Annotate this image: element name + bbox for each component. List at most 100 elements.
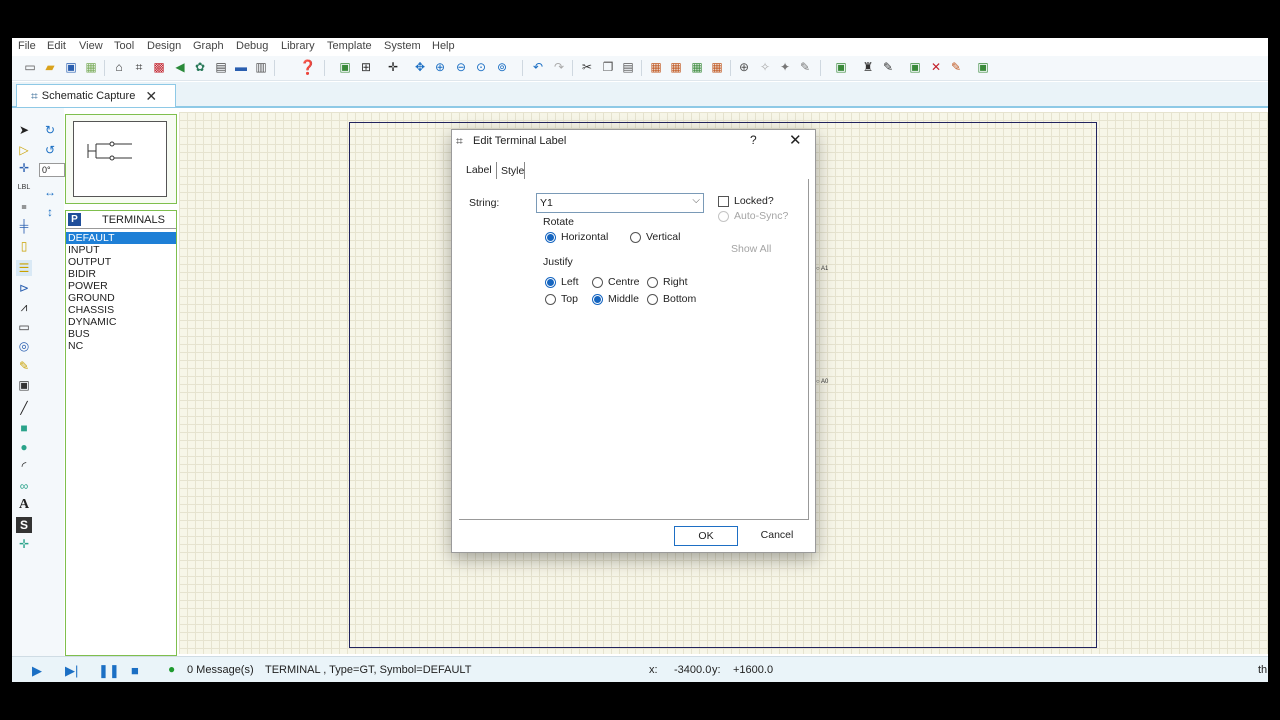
play-icon[interactable]: ▶ [32, 663, 42, 679]
open-folder-icon[interactable]: ▰ [42, 59, 58, 75]
virtual-instruments-icon[interactable]: ▣ [16, 377, 32, 393]
menu-design[interactable]: Design [147, 40, 181, 52]
tape-recorder-icon[interactable]: ▭ [16, 319, 32, 335]
graph-mode-icon[interactable]: ⩘ [16, 299, 32, 315]
checkbox-unchecked-icon[interactable] [718, 195, 729, 207]
block-copy-icon[interactable]: ▦ [648, 59, 664, 75]
voltage-probe-icon[interactable]: ✎ [16, 358, 32, 374]
justify-top-radio[interactable]: Top [545, 293, 578, 305]
rotation-angle-field[interactable]: 0° [39, 163, 65, 177]
list-item[interactable]: BIDIR [66, 268, 176, 280]
text-script-icon[interactable]: ≣ [16, 200, 32, 216]
block-move-icon[interactable]: ▦ [668, 59, 684, 75]
wire-label-icon[interactable]: LBL [16, 180, 32, 196]
redo-icon[interactable]: ↷ [551, 59, 567, 75]
new-file-icon[interactable]: ▭ [22, 59, 38, 75]
gerber-icon[interactable]: ✿ [192, 59, 208, 75]
buses-icon[interactable]: ╪ [16, 218, 32, 234]
origin-icon[interactable]: ✛ [385, 59, 401, 75]
cut-icon[interactable]: ✂ [579, 59, 595, 75]
list-item[interactable]: BUS [66, 328, 176, 340]
schematic-icon[interactable]: ⌗ [131, 59, 147, 75]
menu-library[interactable]: Library [281, 40, 315, 52]
bom-icon[interactable]: ▬ [233, 59, 249, 75]
zoom-area-icon[interactable]: ⊚ [494, 59, 510, 75]
zoom-in-icon[interactable]: ⊕ [432, 59, 448, 75]
list-item[interactable]: NC [66, 340, 176, 352]
netlist-icon[interactable]: ▣ [975, 59, 991, 75]
menu-graph[interactable]: Graph [193, 40, 224, 52]
menu-help[interactable]: Help [432, 40, 455, 52]
close-button[interactable]: ✕ [789, 131, 802, 149]
list-item[interactable]: DEFAULT [66, 232, 176, 244]
menu-file[interactable]: File [18, 40, 36, 52]
tab-style[interactable]: Style [501, 165, 524, 177]
chevron-down-icon[interactable]: ⌵ [692, 195, 700, 206]
list-item[interactable]: DYNAMIC [66, 316, 176, 328]
list-item[interactable]: OUTPUT [66, 256, 176, 268]
justify-left-radio[interactable]: Left [545, 276, 579, 288]
help-button[interactable]: ? [750, 133, 757, 147]
list-item[interactable]: INPUT [66, 244, 176, 256]
paste-icon[interactable]: ▤ [620, 59, 636, 75]
home-icon[interactable]: ⌂ [111, 59, 127, 75]
circle-icon[interactable]: ● [16, 439, 32, 455]
stop-icon[interactable]: ■ [131, 663, 139, 678]
radio-unchecked-icon[interactable] [545, 293, 556, 305]
ok-button[interactable]: OK [674, 526, 738, 546]
rotate-clockwise-icon[interactable]: ↻ [42, 122, 58, 138]
pick-device-icon[interactable]: ⊕ [736, 59, 752, 75]
packaging-tool-icon[interactable]: ✦ [777, 59, 793, 75]
exit-to-parent-icon[interactable]: ✎ [948, 59, 964, 75]
pcb-icon[interactable]: ▩ [151, 59, 167, 75]
refresh-icon[interactable]: ▣ [337, 59, 353, 75]
junction-dot-icon[interactable]: ✛ [16, 160, 32, 176]
make-device-icon[interactable]: ✧ [757, 59, 773, 75]
radio-unchecked-icon[interactable] [592, 276, 603, 288]
pan-icon[interactable]: ✥ [412, 59, 428, 75]
radio-checked-icon[interactable] [545, 276, 556, 288]
marker-icon[interactable]: ✛ [16, 536, 32, 552]
pick-devices-button[interactable]: P [68, 213, 81, 226]
tab-label[interactable]: Label [466, 164, 492, 176]
component-mode-icon[interactable]: ▷ [16, 142, 32, 158]
selection-mode-icon[interactable]: ➤ [16, 122, 32, 138]
string-value[interactable]: Y1 [540, 197, 553, 209]
list-item[interactable]: CHASSIS [66, 304, 176, 316]
tab-schematic-capture[interactable]: ⌗ Schematic Capture ✕ [16, 84, 176, 107]
justify-middle-radio[interactable]: Middle [592, 293, 639, 305]
flip-horizontal-icon[interactable]: ↔ [42, 184, 58, 200]
radio-checked-icon[interactable] [545, 231, 556, 243]
rotate-horizontal-radio[interactable]: Horizontal [545, 231, 608, 243]
radio-checked-icon[interactable] [592, 293, 603, 305]
rotate-vertical-radio[interactable]: Vertical [630, 231, 680, 243]
wire-autorouter-icon[interactable]: ▣ [833, 59, 849, 75]
symbol-icon[interactable]: S [16, 517, 32, 533]
decompose-icon[interactable]: ✎ [797, 59, 813, 75]
generator-mode-icon[interactable]: ◎ [16, 338, 32, 354]
terminals-mode-icon[interactable]: ☰ [16, 260, 32, 276]
line-icon[interactable]: ╱ [16, 400, 32, 416]
search-tag-icon[interactable]: ♜ [860, 59, 876, 75]
text-icon[interactable]: A [16, 497, 32, 513]
list-item[interactable]: POWER [66, 280, 176, 292]
locked-checkbox[interactable]: Locked? [718, 195, 774, 207]
new-sheet-icon[interactable]: ▣ [907, 59, 923, 75]
radio-unchecked-icon[interactable] [647, 276, 658, 288]
menu-view[interactable]: View [79, 40, 103, 52]
notes-icon[interactable]: ▥ [253, 59, 269, 75]
cancel-button[interactable]: Cancel [747, 527, 807, 544]
remove-sheet-icon[interactable]: ✕ [928, 59, 944, 75]
rotate-anticlockwise-icon[interactable]: ↺ [42, 142, 58, 158]
block-delete-icon[interactable]: ▦ [709, 59, 725, 75]
radio-unchecked-icon[interactable] [630, 231, 641, 243]
block-rotate-icon[interactable]: ▦ [689, 59, 705, 75]
menu-system[interactable]: System [384, 40, 421, 52]
zoom-all-icon[interactable]: ⊙ [473, 59, 489, 75]
box-icon[interactable]: ■ [16, 420, 32, 436]
flip-vertical-icon[interactable]: ↕ [42, 204, 58, 220]
path-icon[interactable]: ∞ [16, 478, 32, 494]
save-icon[interactable]: ▣ [63, 59, 79, 75]
menu-debug[interactable]: Debug [236, 40, 268, 52]
help-icon[interactable]: ❓ [299, 59, 316, 75]
